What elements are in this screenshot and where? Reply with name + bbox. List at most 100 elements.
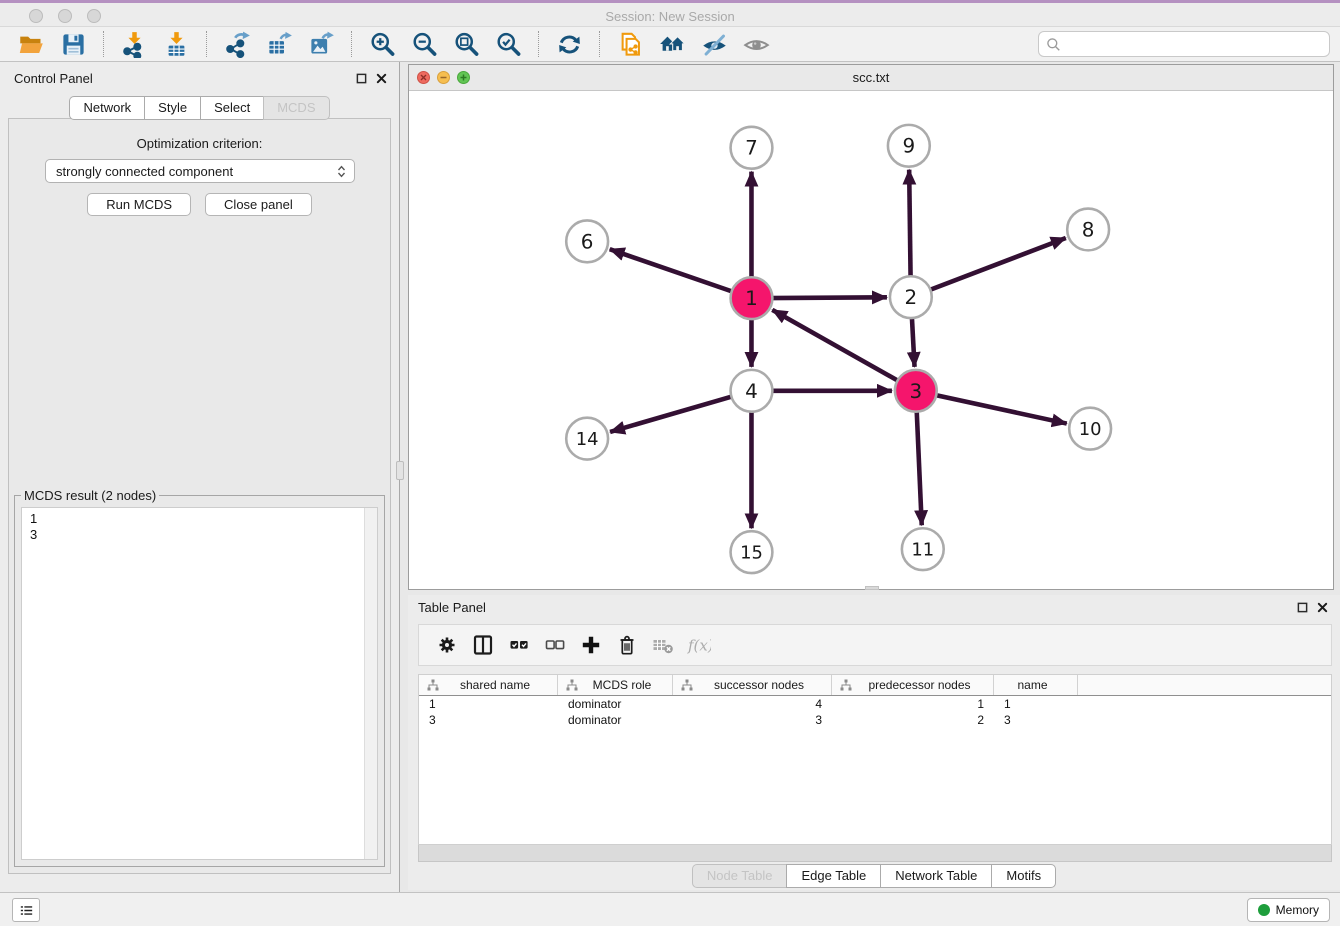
graph-node-1[interactable]: 1 — [731, 277, 773, 319]
task-history-button[interactable] — [12, 898, 40, 922]
tab-network[interactable]: Network — [69, 96, 144, 120]
optimization-criterion-value: strongly connected component — [56, 164, 233, 179]
table-settings-button[interactable] — [431, 629, 463, 661]
network-resize-grip[interactable] — [865, 586, 879, 590]
mcds-result-group: MCDS result (2 nodes) 1 3 — [14, 495, 385, 867]
table-cell: 3 — [673, 712, 832, 728]
tab-style[interactable]: Style — [144, 96, 200, 120]
select-all-icon — [507, 633, 531, 657]
graph-node-7[interactable]: 7 — [731, 127, 773, 169]
tab-motifs[interactable]: Motifs — [991, 864, 1056, 888]
graph-node-10[interactable]: 10 — [1069, 408, 1111, 450]
export-image-button[interactable] — [303, 29, 339, 59]
edge-3-11[interactable] — [917, 408, 922, 526]
graph-node-4[interactable]: 4 — [731, 370, 773, 412]
table-row[interactable]: 1dominator411 — [419, 696, 1331, 712]
edge-3-10[interactable] — [932, 394, 1066, 423]
node-label: 2 — [905, 286, 918, 309]
column-header-shared-name[interactable]: shared name — [419, 675, 558, 695]
tab-node-table[interactable]: Node Table — [692, 864, 787, 888]
graph-node-11[interactable]: 11 — [902, 528, 944, 570]
floppy-icon — [60, 31, 87, 58]
run-mcds-button[interactable]: Run MCDS — [87, 193, 191, 216]
open-session-button[interactable] — [13, 29, 49, 59]
show-panels-button[interactable] — [738, 29, 774, 59]
graph-node-3[interactable]: 3 — [895, 370, 937, 412]
table-panel: Table Panel shared nameMCDS rolesuccesso… — [408, 595, 1340, 890]
import-table-button[interactable] — [158, 29, 194, 59]
select-all-button[interactable] — [503, 629, 535, 661]
zoom-in-button[interactable] — [364, 29, 400, 59]
save-session-button[interactable] — [55, 29, 91, 59]
export-table-button[interactable] — [261, 29, 297, 59]
search-box[interactable] — [1038, 31, 1330, 57]
graph-node-6[interactable]: 6 — [566, 220, 608, 262]
doc-share-icon — [617, 31, 644, 58]
zoom-in-icon — [369, 31, 396, 58]
graph-node-8[interactable]: 8 — [1067, 209, 1109, 251]
node-table[interactable]: shared nameMCDS rolesuccessor nodesprede… — [418, 674, 1332, 845]
column-header-MCDS-role[interactable]: MCDS role — [558, 675, 673, 695]
apply-layout-button[interactable] — [551, 29, 587, 59]
edge-1-2[interactable] — [768, 297, 887, 298]
zoom-out-icon — [411, 31, 438, 58]
network-overview-button[interactable] — [612, 29, 648, 59]
function-builder-button — [683, 629, 715, 661]
status-bar: Memory — [0, 892, 1340, 926]
toolbar-separator — [103, 31, 104, 57]
column-header-name[interactable]: name — [994, 675, 1078, 695]
import-network-button[interactable] — [116, 29, 152, 59]
network-graph[interactable]: 7 9 6 8 1 2 4 3 14 10 15 11 — [409, 91, 1333, 589]
graph-node-15[interactable]: 15 — [731, 531, 773, 573]
edge-2-9[interactable] — [909, 170, 910, 281]
toolbar-separator — [351, 31, 352, 57]
graph-node-14[interactable]: 14 — [566, 418, 608, 460]
network-window-titlebar[interactable]: scc.txt — [409, 65, 1333, 91]
edge-2-8[interactable] — [927, 238, 1066, 291]
close-table-panel-icon[interactable] — [1317, 602, 1328, 613]
graph-node-2[interactable]: 2 — [890, 276, 932, 318]
memory-button[interactable]: Memory — [1247, 898, 1330, 922]
table-row[interactable]: 3dominator323 — [419, 712, 1331, 728]
zoom-selected-button[interactable] — [490, 29, 526, 59]
node-label: 14 — [576, 429, 599, 450]
create-column-button[interactable] — [575, 629, 607, 661]
float-panel-icon[interactable] — [356, 73, 367, 84]
edge-3-1[interactable] — [772, 310, 901, 383]
search-input[interactable] — [1062, 34, 1329, 54]
tab-select[interactable]: Select — [200, 96, 263, 120]
close-panel-button[interactable]: Close panel — [205, 193, 312, 216]
tab-network-table[interactable]: Network Table — [880, 864, 991, 888]
column-header-successor-nodes[interactable]: successor nodes — [673, 675, 832, 695]
zoom-fit-button[interactable] — [448, 29, 484, 59]
table-hscrollbar[interactable] — [418, 845, 1332, 862]
show-columns-button[interactable] — [467, 629, 499, 661]
column-header-predecessor-nodes[interactable]: predecessor nodes — [832, 675, 994, 695]
edge-1-6[interactable] — [610, 249, 736, 292]
export-network-button[interactable] — [219, 29, 255, 59]
network-canvas[interactable]: 7 9 6 8 1 2 4 3 14 10 15 11 — [409, 91, 1333, 589]
table-cell: dominator — [558, 712, 673, 728]
toolbar-separator — [538, 31, 539, 57]
edge-4-14[interactable] — [610, 396, 735, 432]
float-table-panel-icon[interactable] — [1297, 602, 1308, 613]
titlebar[interactable]: Session: New Session — [0, 0, 1340, 27]
hide-panels-button[interactable] — [696, 29, 732, 59]
optimization-criterion-select[interactable]: strongly connected component — [45, 159, 355, 183]
close-panel-icon[interactable] — [376, 73, 387, 84]
home-button[interactable] — [654, 29, 690, 59]
window-title: Session: New Session — [0, 9, 1340, 24]
panel-divider-grip[interactable] — [396, 461, 404, 480]
edge-2-3[interactable] — [912, 314, 915, 367]
result-scrollbar[interactable] — [364, 508, 377, 859]
import-net-icon — [121, 31, 148, 58]
mcds-result-area[interactable]: 1 3 — [21, 507, 378, 860]
search-icon — [1045, 36, 1062, 53]
deselect-all-button[interactable] — [539, 629, 571, 661]
tab-edge-table[interactable]: Edge Table — [786, 864, 880, 888]
import-table-icon — [163, 31, 190, 58]
tab-mcds[interactable]: MCDS — [263, 96, 329, 120]
graph-node-9[interactable]: 9 — [888, 125, 930, 167]
delete-column-button[interactable] — [611, 629, 643, 661]
zoom-out-button[interactable] — [406, 29, 442, 59]
